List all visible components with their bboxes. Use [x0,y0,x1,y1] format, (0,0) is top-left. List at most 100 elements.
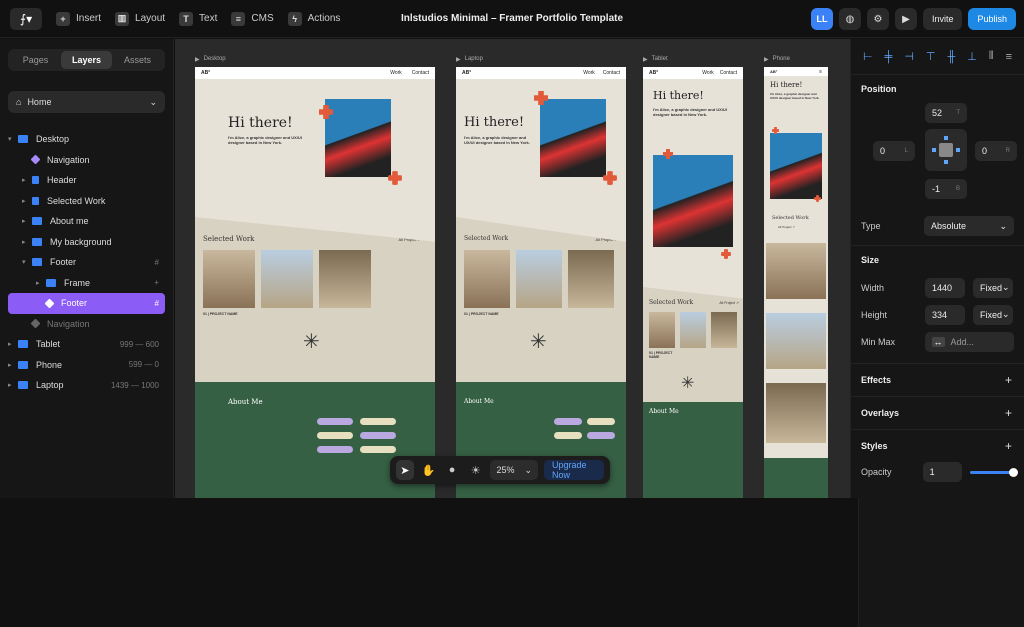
opacity-slider[interactable] [969,467,1018,477]
home-icon: ⌂ [16,97,22,107]
layer-desktop[interactable]: ▾DesktopPrimary [8,129,1024,627]
slider-handle[interactable] [1009,467,1018,477]
layer-label: Selected Work [47,195,106,206]
top-input[interactable]: 52 T [925,103,967,123]
add-effect-icon[interactable]: + [1005,373,1012,387]
layer-header[interactable]: ▸ Header [8,170,165,191]
overlays-title: Overlays [861,408,900,418]
user-avatar[interactable]: LL [810,8,833,30]
minmax-input[interactable]: ↔ Add... [924,331,1014,352]
bottom-label: B [955,186,960,192]
zoom-select[interactable]: 25% ⌄ [490,460,538,480]
actions-button[interactable]: ϟ Actions [287,11,340,26]
add-overlay-icon[interactable]: + [1005,406,1012,420]
bottom-input[interactable]: -1 B [925,179,967,199]
select-tool-icon[interactable]: ➤ [396,460,414,480]
project-thumb [766,243,826,299]
add-icon[interactable]: + [154,278,159,287]
text-button[interactable]: T Text [179,11,218,26]
lightning-icon: ϟ [287,11,302,26]
styles-header[interactable]: Styles + [851,430,1024,462]
desktop-frame[interactable]: AB° Work Contact Hi there! I'm Alice, a gr… [195,67,435,498]
laptop-frame[interactable]: AB° Work Contact Hi there! I'm Alice, a gr… [456,67,626,498]
tab-assets[interactable]: Assets [112,51,163,69]
about-title: About Me [649,408,679,415]
component-icon [44,298,55,309]
phone-frame[interactable]: AB° ≡ Hi there! I'm Alice, a graphic desi… [764,67,828,498]
chevron-right-icon: ▸ [8,361,12,369]
framer-logo-icon: ⨍▾ [19,11,33,26]
frame-label-laptop[interactable]: ▶ Laptop [456,53,626,65]
hero-photo [653,155,733,247]
align-center-v-icon[interactable]: ╫ [947,51,955,63]
brightness-icon[interactable]: ☀ [467,460,485,480]
invite-button[interactable]: Invite [922,8,963,30]
height-mode-select[interactable]: Fixed ⌄ [973,304,1013,325]
width-input[interactable]: 1440 [925,277,965,298]
layer-label: Phone [36,359,63,370]
zoom-value: 25% [496,465,515,475]
grid-icon[interactable]: # [155,299,159,308]
constraint-box[interactable] [925,129,967,171]
frame-label-tablet[interactable]: ▶ Tablet [643,53,743,65]
site-nav: AB° Work Contact [195,67,435,79]
publish-button[interactable]: Publish [968,8,1016,30]
upgrade-button[interactable]: Upgrade Now [544,460,605,480]
tab-pages[interactable]: Pages [10,51,61,69]
more-icon[interactable]: ≡ [1006,51,1012,63]
hand-tool-icon[interactable]: ✋ [420,460,438,480]
left-input[interactable]: 0L [873,141,915,161]
height-row: Height 334 Fixed ⌄ [851,301,1024,328]
align-left-icon[interactable]: ⊢ [863,50,873,63]
align-right-icon[interactable]: ⊣ [904,50,914,63]
frame-label-phone[interactable]: ▶ Phone [764,53,828,65]
tab-layers[interactable]: Layers [61,51,112,69]
height-input[interactable]: 334 [925,304,965,325]
chevron-right-icon: ▸ [22,197,26,205]
layer-tablet[interactable]: ▸ Tablet 999 — 600 [8,334,165,355]
play-icon[interactable]: ▶ [894,8,917,30]
distribute-icon[interactable]: ⦀ [989,50,994,63]
layer-laptop[interactable]: ▸ Laptop 1439 — 1000 [8,375,165,396]
skill-pill [317,418,353,425]
text-icon: T [179,11,194,26]
chevron-down-icon: ⌄ [1002,309,1010,319]
layer-about-me[interactable]: ▸ About me [8,211,165,232]
layout-button[interactable]: ▥ Layout [115,11,165,26]
align-center-h-icon[interactable]: ╪ [885,51,893,63]
layer-navigation[interactable]: Navigation [8,150,165,171]
add-style-icon[interactable]: + [1005,439,1012,453]
canvas[interactable]: ▶ Desktop AB° Work Contact Hi there! I'm Al… [175,39,850,498]
right-input[interactable]: 0R [975,141,1017,161]
frame-label-text: Tablet [651,56,668,62]
type-select[interactable]: Absolute ⌄ [924,216,1014,236]
site-nav: AB° ≡ [764,67,828,76]
layer-frame[interactable]: ▸ Frame + [8,273,165,294]
width-mode-select[interactable]: Fixed ⌄ [973,277,1013,298]
position-title: Position [861,84,897,94]
tablet-frame[interactable]: AB° Work Contact Hi there! I'm Alice, a gr… [643,67,743,498]
align-top-icon[interactable]: ⊤ [926,50,936,63]
insert-button[interactable]: + Insert [56,11,101,26]
hero-photo [540,99,606,177]
page-selector[interactable]: ⌂ Home ⌄ [8,91,165,113]
frame-label-desktop[interactable]: ▶ Desktop [195,53,435,65]
globe-icon[interactable]: ◍ [838,8,861,30]
layer-selected-work[interactable]: ▸ Selected Work [8,191,165,212]
gear-icon[interactable]: ⚙ [866,8,889,30]
layer-footer[interactable]: ▾ Footer # [8,252,165,273]
canvas-toolbar: ➤ ✋ ● ☀ 25% ⌄ Upgrade Now [390,456,610,484]
grid-icon[interactable]: # [155,258,159,267]
text-label: Text [199,13,218,24]
layer-navigation-hidden[interactable]: Navigation [8,314,165,335]
cms-button[interactable]: ≡ CMS [231,11,274,26]
framer-menu-button[interactable]: ⨍▾ [10,7,42,30]
overlays-header[interactable]: Overlays + [851,397,1024,429]
effects-header[interactable]: Effects + [851,364,1024,396]
layer-footer-selected[interactable]: Footer # [8,293,165,314]
layer-phone[interactable]: ▸ Phone 599 — 0 [8,355,165,376]
comment-icon[interactable]: ● [443,460,461,480]
opacity-input[interactable]: 1 [922,462,962,482]
align-bottom-icon[interactable]: ⊥ [967,50,977,63]
layer-my-background[interactable]: ▸ My background [8,232,165,253]
